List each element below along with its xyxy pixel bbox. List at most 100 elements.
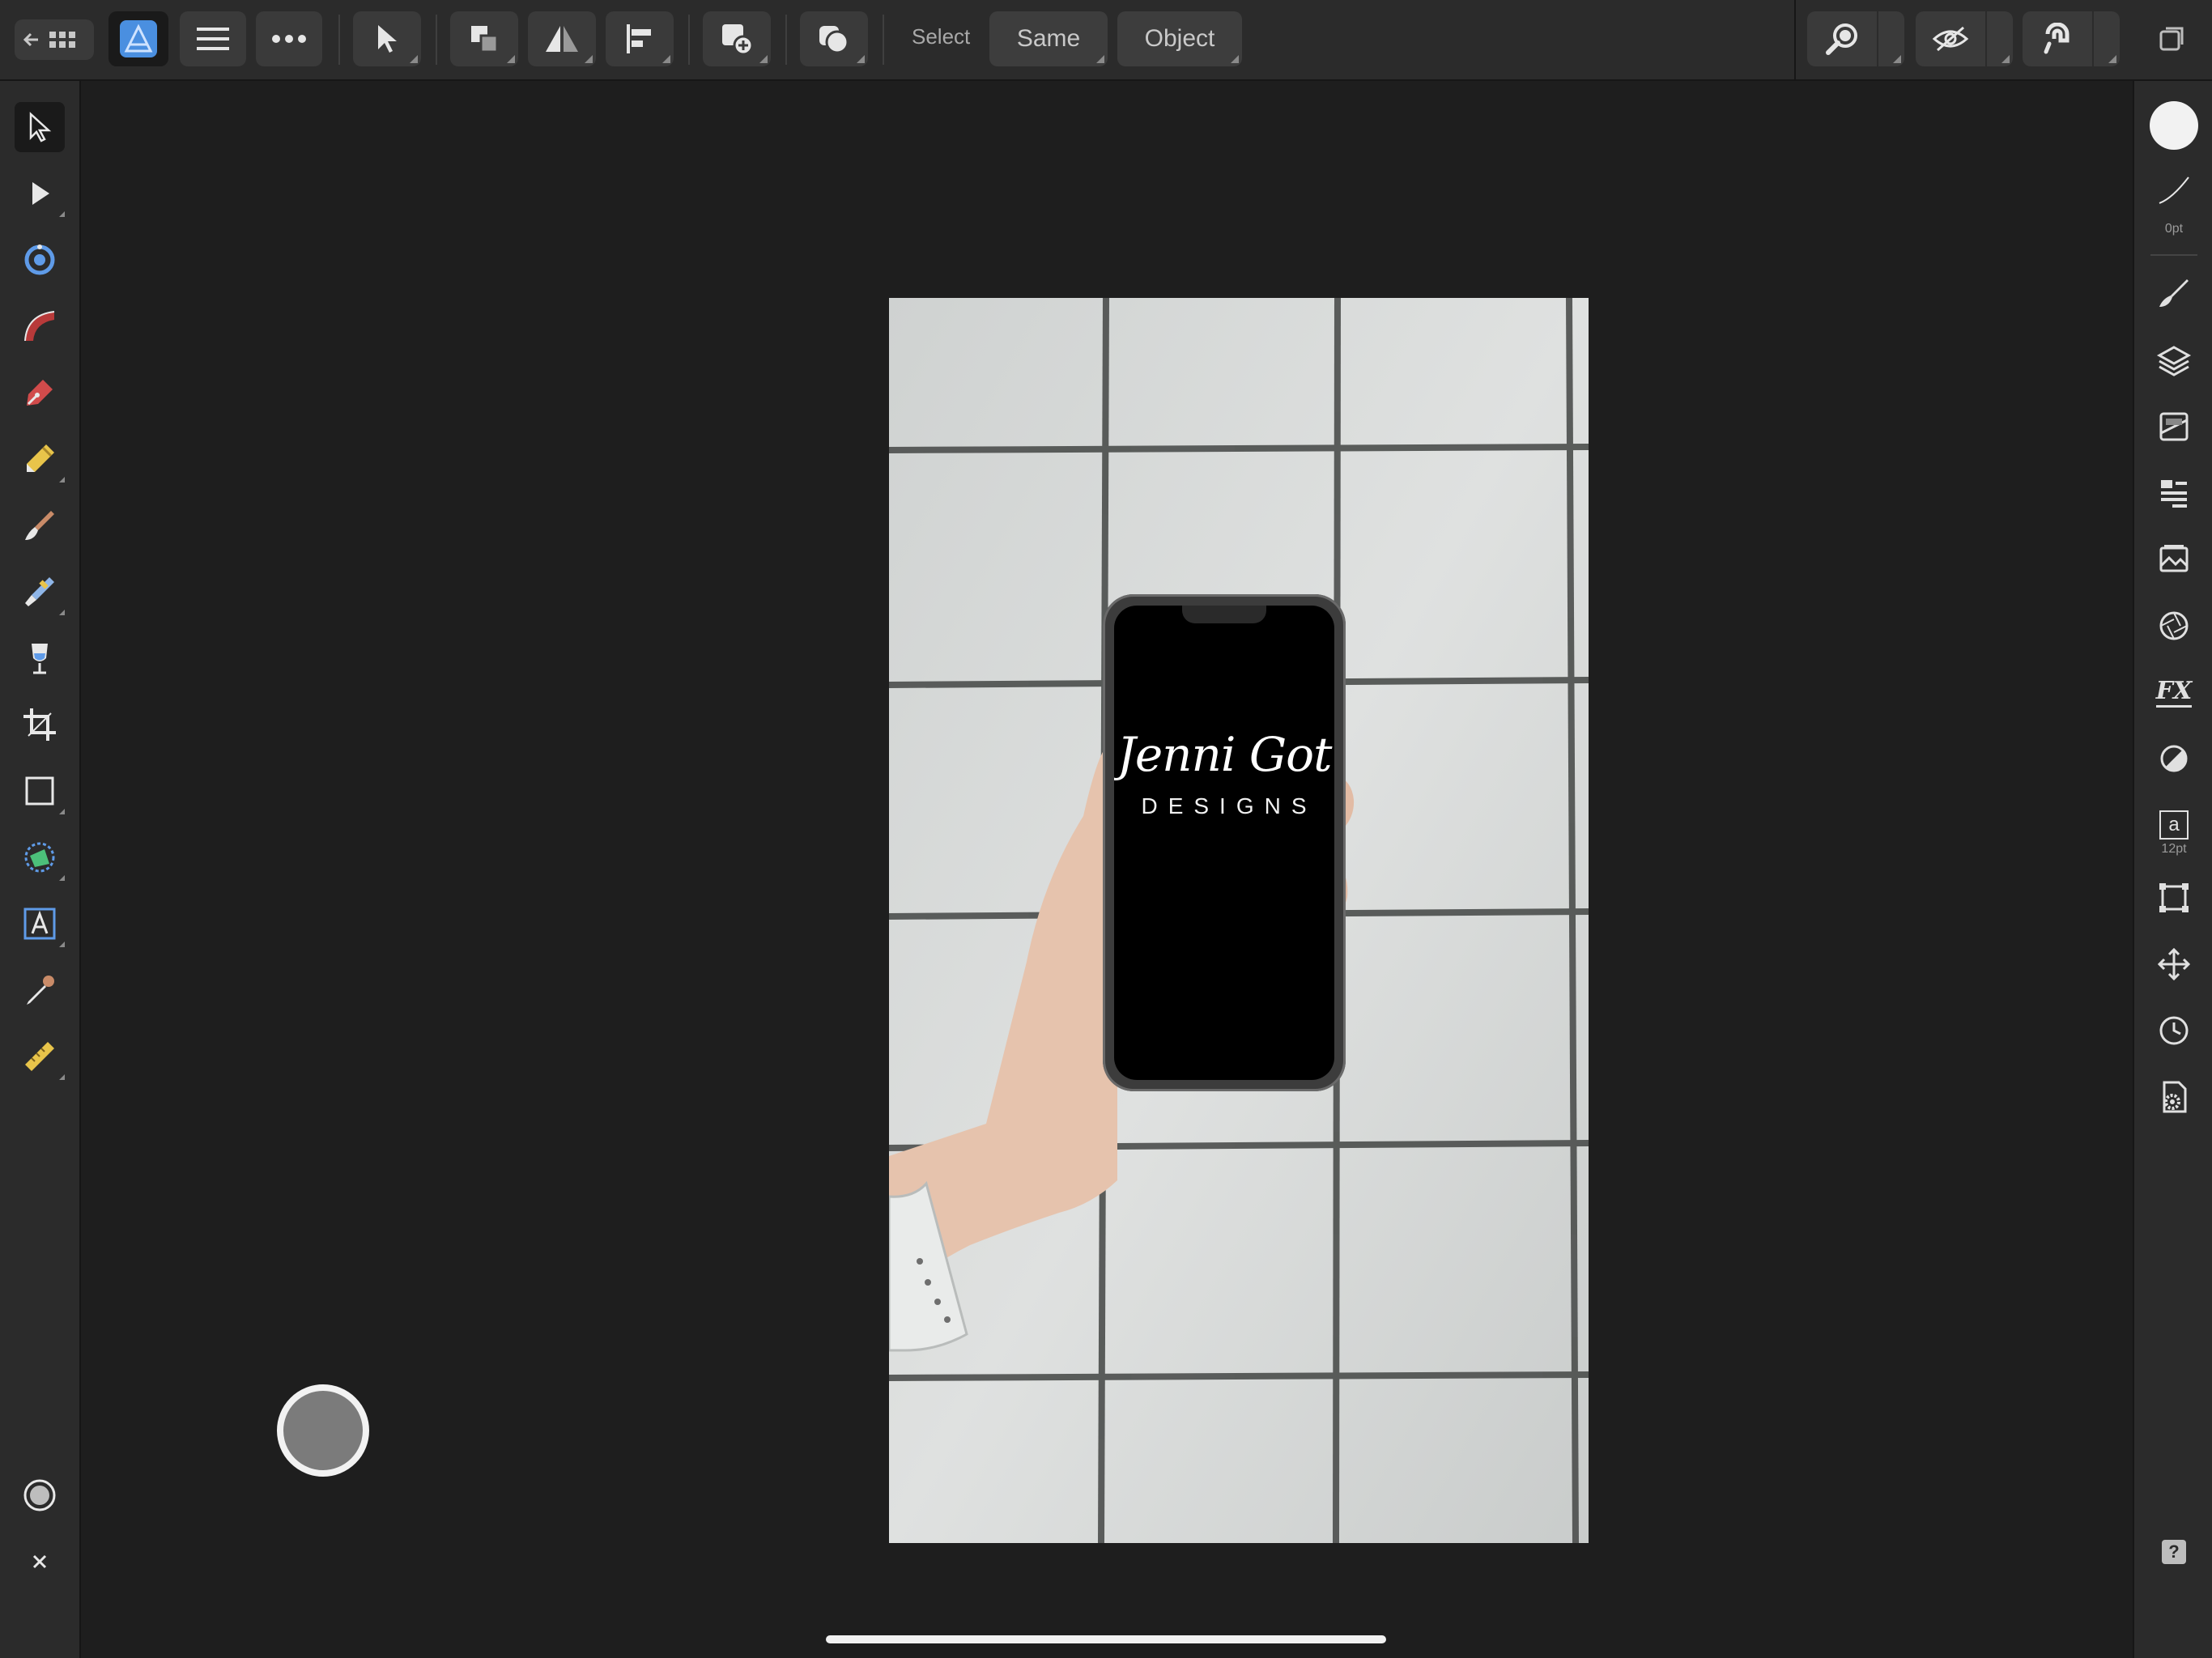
tool-flyout-indicator (59, 875, 65, 881)
select-label: Select (912, 24, 971, 49)
boolean-geometry-icon (819, 26, 849, 54)
view-mode-options[interactable] (1987, 11, 2013, 66)
text-styles-icon (2161, 480, 2187, 508)
close-tools-button[interactable] (15, 1537, 65, 1587)
menu-button[interactable] (180, 11, 246, 66)
fill-tool[interactable] (15, 633, 65, 683)
context-menu-icon (2159, 27, 2184, 51)
phone-screen: Jenni Got DESIGNS (1114, 606, 1334, 1080)
more-dots-icon (272, 35, 306, 43)
appearance-icon (2159, 412, 2189, 441)
tool-flyout-indicator (59, 211, 65, 217)
affinity-designer-app: Select Same Object Jenni Got DESIGNS 0pt… (0, 0, 2212, 1658)
select-same-button[interactable]: Same (989, 11, 1108, 66)
fill-swatch-circle (2150, 101, 2198, 150)
color-picker-tool[interactable] (15, 965, 65, 1015)
zoom-button[interactable] (1807, 11, 1904, 66)
fx-label: FX (2155, 677, 2193, 708)
zoom-options[interactable] (1878, 11, 1904, 66)
help-icon: ? (2162, 1540, 2186, 1564)
text-styles-studio-button[interactable] (2149, 468, 2199, 518)
tools-panel (0, 81, 81, 1658)
help-label: ? (2168, 1541, 2180, 1562)
align-button[interactable] (606, 11, 674, 66)
help-button[interactable]: ? (2149, 1527, 2199, 1577)
snapping-options[interactable] (2094, 11, 2120, 66)
close-icon (32, 1554, 47, 1569)
document-gear-icon (2163, 1081, 2187, 1113)
stock-studio-button[interactable] (2149, 534, 2199, 585)
view-mode-main[interactable] (1916, 11, 1985, 66)
more-button[interactable] (256, 11, 322, 66)
layers-studio-button[interactable] (2149, 335, 2199, 385)
fx-studio-button[interactable]: FX (2149, 667, 2199, 717)
gradient-circle-icon (2160, 745, 2188, 772)
snapping-main[interactable] (2023, 11, 2092, 66)
crop-tool[interactable] (15, 699, 65, 750)
node-tool[interactable] (15, 168, 65, 219)
vector-brush-tool[interactable] (15, 500, 65, 551)
brushes-studio-button[interactable] (2149, 269, 2199, 319)
pencil-tool[interactable] (15, 434, 65, 484)
back-grid-button[interactable] (15, 19, 94, 60)
pen-tool[interactable] (15, 368, 65, 418)
pencil-curve-tool-icon (24, 311, 55, 342)
tool-flyout-indicator (59, 477, 65, 483)
history-clock-icon (2159, 1016, 2189, 1045)
select-object-button[interactable]: Object (1117, 11, 1242, 66)
arrange-button[interactable] (450, 11, 518, 66)
persona-button[interactable] (108, 11, 168, 66)
navigator-studio-button[interactable] (2149, 939, 2199, 989)
assistant-button[interactable] (2147, 11, 2196, 66)
corner-tool-icon (24, 244, 55, 275)
studio-separator (2150, 254, 2197, 256)
hand-tool-floating-button[interactable] (277, 1384, 369, 1477)
brush-tool-icon (25, 511, 54, 540)
quick-menu-toggle[interactable] (15, 1470, 65, 1520)
crop-tool-icon (23, 708, 56, 741)
home-indicator[interactable] (826, 1635, 1386, 1643)
image-stock-icon (2159, 545, 2189, 572)
rectangle-tool[interactable] (15, 766, 65, 816)
transform-bounding-icon (2159, 883, 2189, 912)
flip-horizontal-icon (546, 26, 578, 52)
corner-tool[interactable] (15, 235, 65, 285)
back-arrow-grid-icon (23, 32, 75, 48)
view-mode-button[interactable] (1916, 11, 2013, 66)
document-settings-button[interactable] (2149, 1072, 2199, 1122)
transform-studio-button[interactable] (2149, 873, 2199, 923)
transparency-studio-button[interactable] (2149, 733, 2199, 784)
magnet-icon (2044, 23, 2069, 54)
history-studio-button[interactable] (2149, 1005, 2199, 1056)
pointer-arrow-icon (378, 25, 397, 53)
measure-tool[interactable] (15, 1031, 65, 1082)
zoom-main[interactable] (1807, 11, 1877, 66)
magnifier-icon (1826, 23, 1857, 55)
document-artboard[interactable]: Jenni Got DESIGNS (889, 298, 1589, 1543)
appearance-studio-button[interactable] (2149, 402, 2199, 452)
shape-tool[interactable] (15, 832, 65, 882)
pencil-curve-tool[interactable] (15, 301, 65, 351)
move-tool[interactable] (15, 102, 65, 152)
logo-subtitle-text: DESIGNS (1141, 793, 1317, 818)
select-mode-button[interactable] (353, 11, 421, 66)
boolean-button[interactable] (800, 11, 868, 66)
tool-flyout-indicator (59, 1074, 65, 1080)
toolbar-separator (883, 15, 884, 65)
stroke-swatch[interactable] (2149, 165, 2199, 215)
layers-icon (2156, 346, 2192, 376)
pixel-brush-tool[interactable] (15, 567, 65, 617)
fill-color-swatch[interactable] (2149, 100, 2199, 151)
hamburger-icon (197, 28, 229, 50)
stroke-line-icon (2159, 176, 2189, 204)
canvas[interactable]: Jenni Got DESIGNS (81, 81, 2131, 1658)
arrange-icon (471, 26, 499, 53)
effects-studio-button[interactable] (2149, 601, 2199, 651)
insert-button[interactable] (703, 11, 771, 66)
flip-button[interactable] (528, 11, 596, 66)
toolbar-separator (338, 15, 340, 65)
artistic-text-tool[interactable] (15, 899, 65, 949)
top-toolbar: Select Same Object (0, 0, 2212, 81)
logo-script-text: Jenni Got (1117, 727, 1333, 782)
snapping-button[interactable] (2023, 11, 2120, 66)
